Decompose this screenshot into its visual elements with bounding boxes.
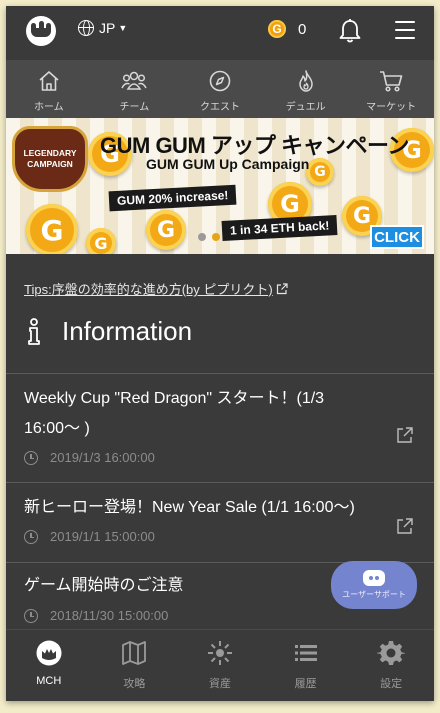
nav-item-market[interactable]: マーケット xyxy=(348,60,434,118)
news-title: Weekly Cup "Red Dragon" スタート！(1/3 16:00〜… xyxy=(24,390,325,437)
carousel-dot[interactable] xyxy=(198,233,206,241)
support-label: ユーザーサポート xyxy=(342,590,406,599)
legendary-campaign-emblem: LEGENDARY CAMPAIGN xyxy=(12,126,88,192)
gear-icon xyxy=(377,641,406,665)
flame-icon xyxy=(298,70,313,92)
nav-item-duel[interactable]: デュエル xyxy=(263,60,349,118)
nav-item-quest[interactable]: クエスト xyxy=(177,60,263,118)
news-date: 2018/11/30 15:00:00 xyxy=(24,608,168,623)
news-title: ゲーム開始時のご注意 xyxy=(24,577,184,594)
tab-mch[interactable]: MCH xyxy=(6,630,92,701)
nav-item-team[interactable]: チーム xyxy=(92,60,178,118)
top-bar: JP ▼ G 0 xyxy=(6,6,434,56)
coin-count: 0 xyxy=(298,20,307,38)
external-link-icon[interactable] xyxy=(396,517,414,535)
news-date: 2019/1/1 15:00:00 xyxy=(24,529,155,544)
tab-history[interactable]: 履歴 xyxy=(263,630,349,701)
globe-icon xyxy=(78,20,94,36)
clock-icon xyxy=(24,450,38,465)
news-item[interactable]: Weekly Cup "Red Dragon" スタート！(1/3 16:00〜… xyxy=(6,374,434,482)
home-icon xyxy=(39,71,59,91)
tab-strategy[interactable]: 攻略 xyxy=(92,630,178,701)
mch-logo-icon xyxy=(36,640,62,666)
tab-label: 資産 xyxy=(208,678,231,690)
nav-label: クエスト xyxy=(199,102,240,113)
compass-icon xyxy=(209,70,231,92)
news-item[interactable]: 新ヒーロー登場！New Year Sale (1/1 16:00〜) 2019/… xyxy=(6,483,434,563)
bottom-tab-bar: MCH 攻略 資産 履歴 設定 xyxy=(6,629,434,701)
tab-label: 履歴 xyxy=(294,678,317,690)
hamburger-menu-icon[interactable] xyxy=(395,21,415,39)
coin-icon: G xyxy=(268,20,286,38)
tab-label: 攻略 xyxy=(123,678,146,690)
tips-link-text: Tips:序盤の効率的な進め方(by ピプリクト) xyxy=(24,282,273,297)
gum-coin-icon: G xyxy=(26,204,78,254)
news-date: 2019/1/3 16:00:00 xyxy=(24,450,155,465)
nav-label: デュエル xyxy=(285,102,326,113)
team-icon xyxy=(121,71,148,90)
carousel-dot-active[interactable] xyxy=(212,233,220,241)
bell-icon[interactable] xyxy=(338,18,362,44)
nav-item-home[interactable]: ホーム xyxy=(6,60,92,118)
carousel-dots xyxy=(198,233,220,241)
map-icon xyxy=(122,641,147,665)
language-selector[interactable]: JP ▼ xyxy=(78,20,127,36)
cart-icon xyxy=(380,71,403,92)
asset-icon xyxy=(207,641,232,665)
nav-label: マーケット xyxy=(366,102,417,113)
main-nav: ホーム チーム クエスト デュエル マーケット xyxy=(6,60,434,118)
mch-logo-icon[interactable] xyxy=(26,16,56,46)
user-support-button[interactable]: ユーザーサポート xyxy=(331,561,417,609)
clock-icon xyxy=(24,529,38,544)
information-header: Information xyxy=(26,316,192,347)
clock-icon xyxy=(24,608,38,623)
tips-link[interactable]: Tips:序盤の効率的な進め方(by ピプリクト) xyxy=(24,279,288,298)
banner-subtitle: GUM GUM Up Campaign xyxy=(146,156,310,172)
tab-label: MCH xyxy=(36,675,62,687)
news-title: 新ヒーロー登場！New Year Sale (1/1 16:00〜) xyxy=(24,499,355,516)
coin-balance[interactable]: G 0 xyxy=(268,20,306,38)
external-link-icon[interactable] xyxy=(396,426,414,444)
tab-settings[interactable]: 設定 xyxy=(348,630,434,701)
banner-click-button[interactable]: CLICK xyxy=(370,225,424,249)
tab-assets[interactable]: 資産 xyxy=(177,630,263,701)
gum-coin-icon: G xyxy=(86,228,116,254)
app-frame: JP ▼ G 0 ホーム チーム クエスト デュエル マーケット G G G G… xyxy=(6,6,434,701)
gum-coin-icon: G xyxy=(306,158,334,186)
gum-coin-icon: G xyxy=(146,210,186,250)
nav-label: チーム xyxy=(119,102,150,113)
list-icon xyxy=(294,645,317,661)
information-title: Information xyxy=(62,316,193,346)
chevron-down-icon: ▼ xyxy=(118,23,128,33)
external-link-icon xyxy=(276,282,288,294)
info-icon xyxy=(28,317,40,345)
language-label: JP xyxy=(99,20,116,36)
nav-label: ホーム xyxy=(33,102,64,113)
tab-label: 設定 xyxy=(380,678,403,690)
campaign-banner[interactable]: G G G G G G G G LEGENDARY CAMPAIGN GUM G… xyxy=(6,118,434,254)
discord-icon xyxy=(363,570,385,586)
